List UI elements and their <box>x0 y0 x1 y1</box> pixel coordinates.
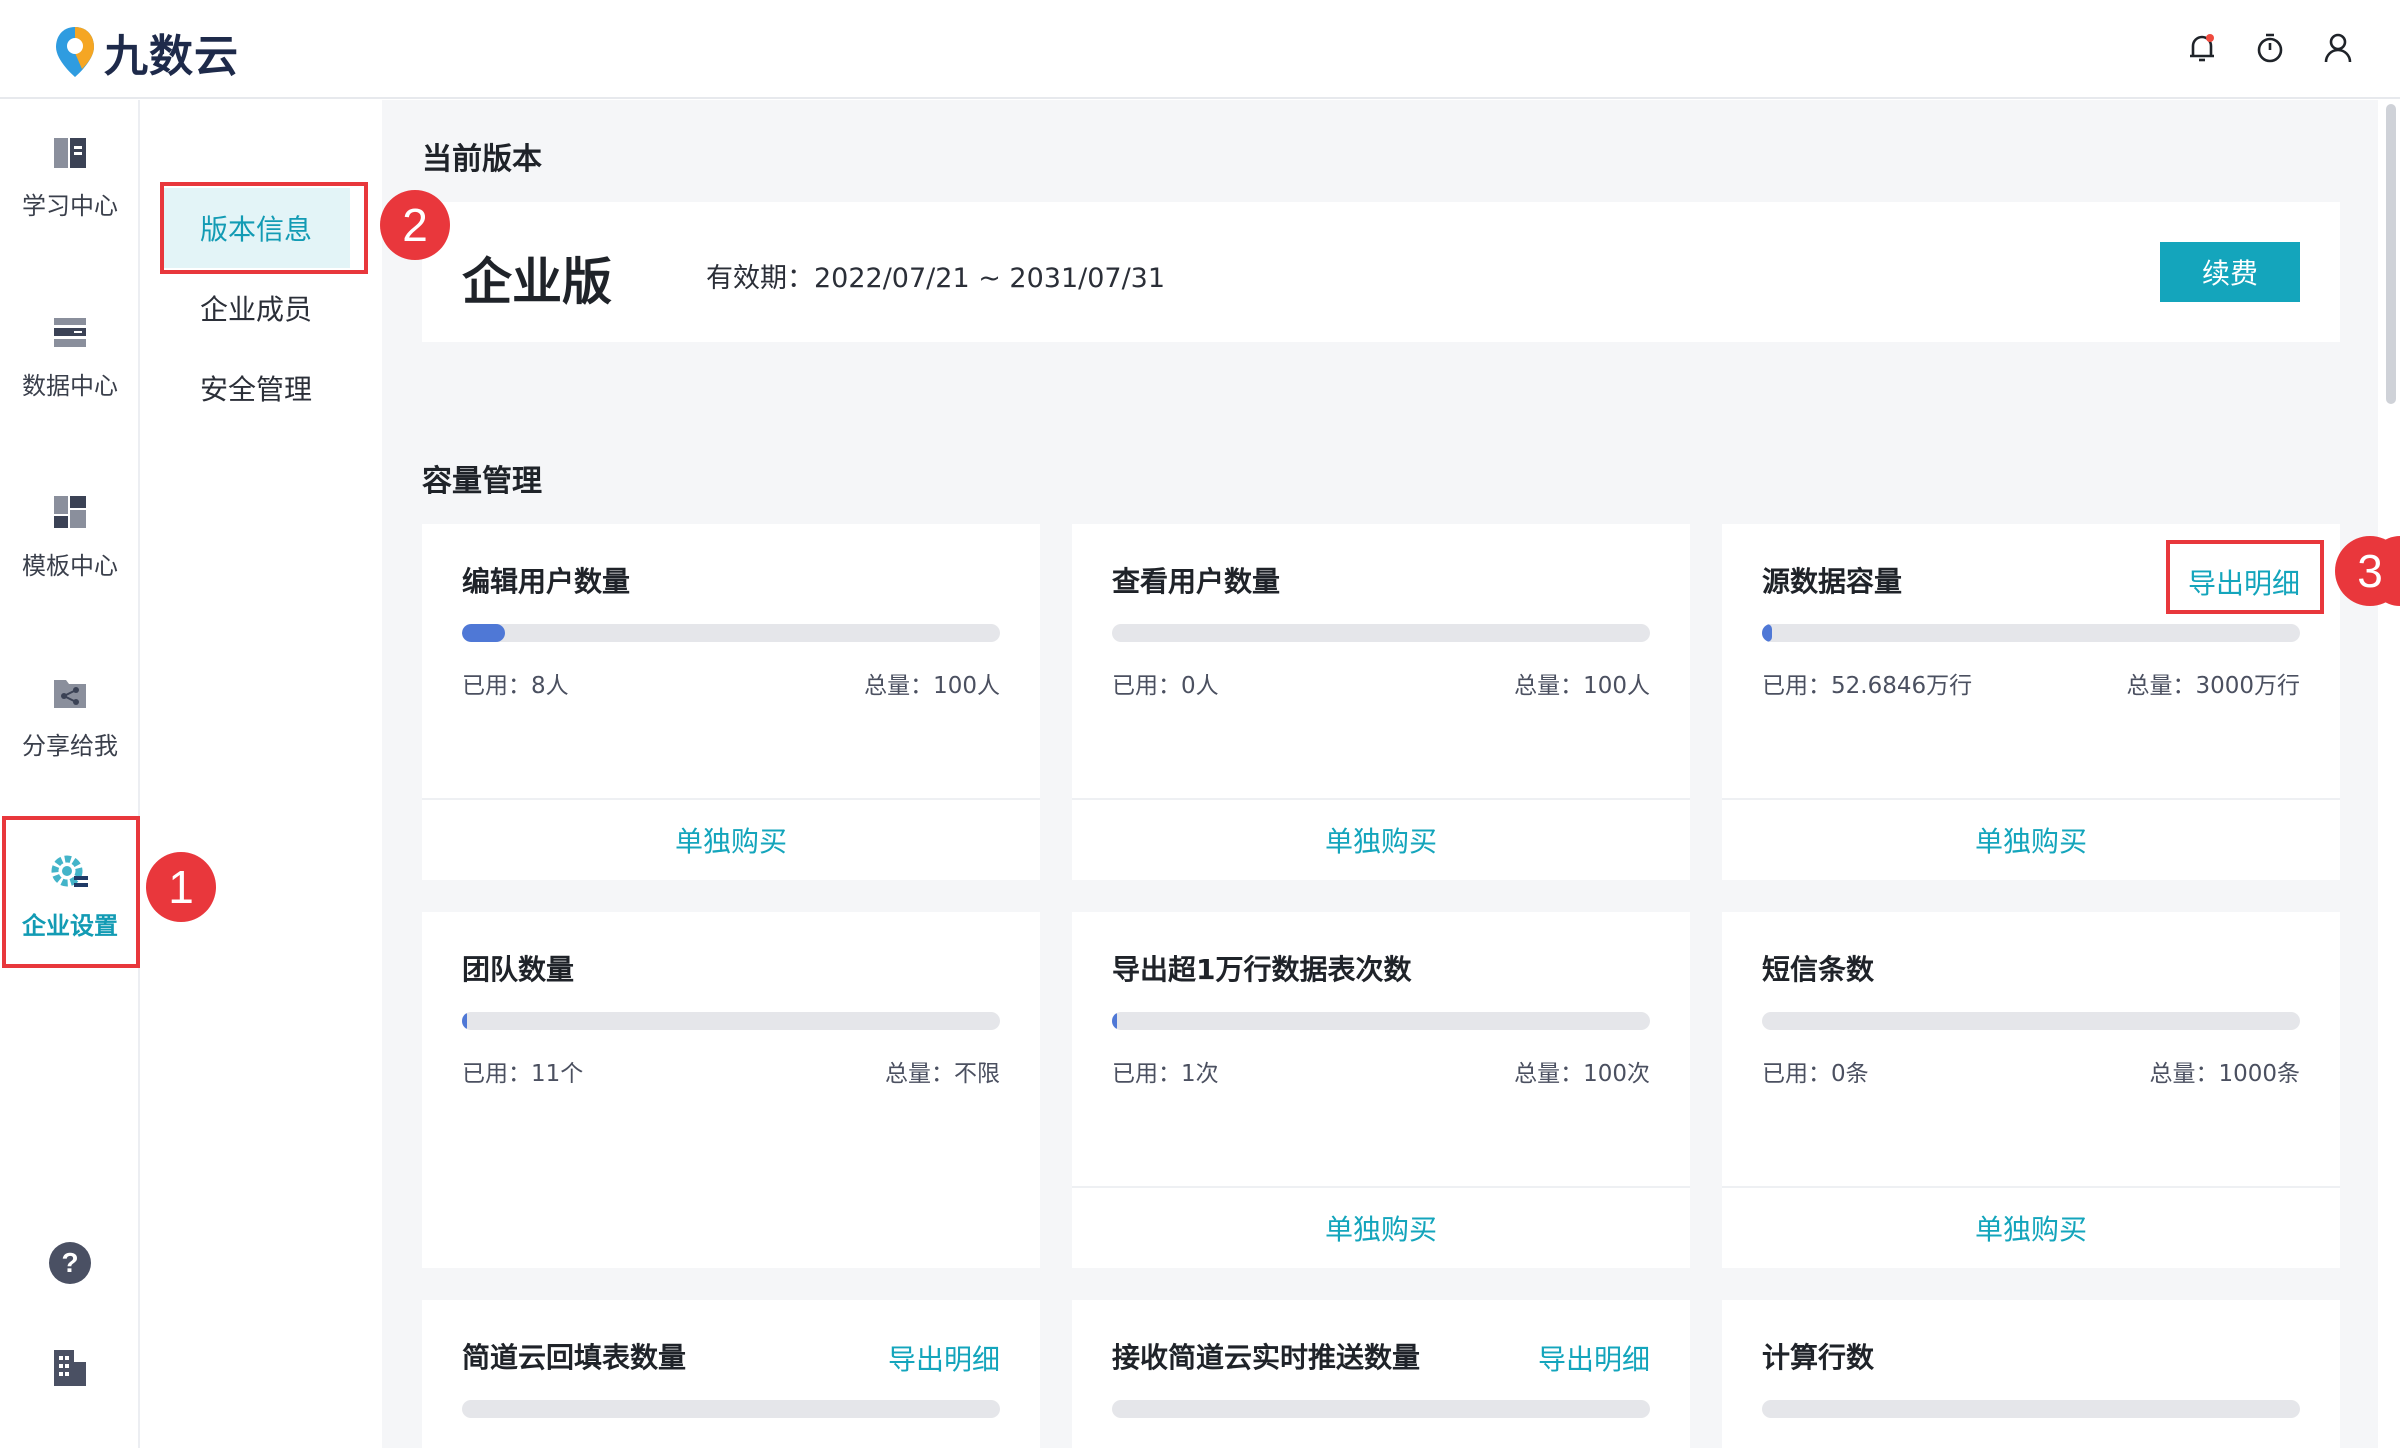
usage-bar <box>1762 1400 2300 1418</box>
timer-icon[interactable] <box>2252 30 2288 66</box>
template-icon <box>54 495 86 528</box>
rail-label: 数据中心 <box>22 371 118 400</box>
rail-label: 学习中心 <box>22 191 118 220</box>
usage-bar <box>462 624 1000 642</box>
rail-item-learning-center[interactable]: 学习中心 <box>0 100 140 250</box>
database-icon <box>54 317 86 347</box>
card-title: 导出超1万行数据表次数 <box>1112 953 1412 986</box>
buy-separately-button[interactable]: 单独购买 <box>1072 1186 1690 1268</box>
usage-bar <box>1112 1400 1650 1418</box>
renew-button[interactable]: 续费 <box>2160 242 2300 302</box>
export-details-link[interactable]: 导出明细 <box>1538 1338 1650 1378</box>
building-icon <box>54 1350 86 1386</box>
card-title: 计算行数 <box>1762 1341 1875 1374</box>
card-title: 编辑用户数量 <box>462 565 631 598</box>
card-title: 查看用户数量 <box>1112 565 1281 598</box>
usage-bar <box>1762 624 2300 642</box>
main-content: 当前版本 企业版 有效期：2022/07/21 ~ 2031/07/31 续费 … <box>382 100 2378 1448</box>
logo-icon <box>56 27 94 77</box>
book-icon <box>54 137 86 168</box>
capacity-title: 容量管理 <box>422 464 542 499</box>
subnav-item-security[interactable]: 安全管理 <box>162 348 350 428</box>
annotation-box-3 <box>2166 540 2324 614</box>
rail-label: 分享给我 <box>22 731 118 760</box>
vertical-scrollbar[interactable] <box>2386 104 2396 404</box>
annotation-box-2 <box>160 182 368 274</box>
card-title: 团队数量 <box>462 953 575 986</box>
buy-separately-button[interactable]: 单独购买 <box>1722 798 2340 880</box>
current-version-title: 当前版本 <box>422 142 542 177</box>
usage-bar <box>1762 1012 2300 1030</box>
svg-text:?: ? <box>61 1247 78 1278</box>
validity-period: 有效期：2022/07/21 ~ 2031/07/31 <box>706 263 1166 294</box>
card-title: 简道云回填表数量 <box>462 1341 687 1374</box>
card-title: 短信条数 <box>1762 953 1875 986</box>
usage-bar-fill <box>462 624 506 642</box>
usage-bar-fill <box>462 1012 468 1030</box>
usage-bar-fill <box>1112 1012 1118 1030</box>
rail-item-template-center[interactable]: 模板中心 <box>0 460 140 610</box>
annotation-box-1 <box>2 816 140 968</box>
user-icon[interactable] <box>2320 30 2356 66</box>
usage-bar <box>462 1012 1000 1030</box>
usage-bar <box>462 1400 1000 1418</box>
capacity-card-compute-rows: 计算行数 <box>1722 1300 2340 1448</box>
used-amount: 已用：8人 <box>462 673 569 699</box>
usage-bar-fill <box>1762 624 1772 642</box>
rail-label: 模板中心 <box>22 551 118 580</box>
used-amount: 已用：0人 <box>1112 673 1219 699</box>
total-amount: 总量：不限 <box>885 1061 1000 1087</box>
subnav-item-enterprise-members[interactable]: 企业成员 <box>162 268 350 348</box>
app-logo[interactable]: 九数云 <box>52 20 239 84</box>
usage-bar <box>1112 1012 1650 1030</box>
total-amount: 总量：100人 <box>1514 673 1650 699</box>
usage-bar <box>1112 624 1650 642</box>
version-card: 企业版 有效期：2022/07/21 ~ 2031/07/31 续费 <box>422 202 2340 342</box>
buy-separately-button[interactable]: 单独购买 <box>422 798 1040 880</box>
bell-icon[interactable] <box>2184 30 2220 66</box>
capacity-card-view-users: 查看用户数量 已用：0人 总量：100人 单独购买 <box>1072 524 1690 880</box>
capacity-card-sms: 短信条数 已用：0条 总量：1000条 单独购买 <box>1722 912 2340 1268</box>
organization-button[interactable] <box>0 1346 140 1388</box>
buy-separately-button[interactable]: 单独购买 <box>1722 1186 2340 1268</box>
help-button[interactable]: ? <box>0 1240 140 1286</box>
total-amount: 总量：100次 <box>1514 1061 1650 1087</box>
settings-subnav: 企业信息 版本信息 企业成员 安全管理 <box>142 100 382 1448</box>
rail-item-data-center[interactable]: 数据中心 <box>0 280 140 430</box>
total-amount: 总量：3000万行 <box>2126 673 2300 699</box>
capacity-card-jdy-push: 接收简道云实时推送数量 导出明细 <box>1072 1300 1690 1448</box>
capacity-card-large-exports: 导出超1万行数据表次数 已用：1次 总量：100次 单独购买 <box>1072 912 1690 1268</box>
used-amount: 已用：0条 <box>1762 1061 1869 1087</box>
capacity-card-teams: 团队数量 已用：11个 总量：不限 <box>422 912 1040 1268</box>
annotation-badge-1: 1 <box>146 852 216 922</box>
capacity-card-edit-users: 编辑用户数量 已用：8人 总量：100人 单独购买 <box>422 524 1040 880</box>
top-header: 九数云 <box>0 0 2400 99</box>
total-amount: 总量：1000条 <box>2149 1061 2300 1087</box>
buy-separately-button[interactable]: 单独购买 <box>1072 798 1690 880</box>
app-name: 九数云 <box>104 31 239 82</box>
total-amount: 总量：100人 <box>864 673 1000 699</box>
capacity-card-jdy-backfill: 简道云回填表数量 导出明细 <box>422 1300 1040 1448</box>
rail-item-shared-with-me[interactable]: 分享给我 <box>0 640 140 790</box>
export-details-link[interactable]: 导出明细 <box>888 1338 1000 1378</box>
edition-name: 企业版 <box>462 253 612 311</box>
used-amount: 已用：1次 <box>1112 1061 1219 1087</box>
help-icon: ? <box>49 1242 91 1284</box>
used-amount: 已用：52.6846万行 <box>1762 673 1973 699</box>
card-title: 接收简道云实时推送数量 <box>1112 1341 1421 1374</box>
share-folder-icon <box>54 679 86 708</box>
annotation-badge-2: 2 <box>380 190 450 260</box>
left-rail: 学习中心 数据中心 模板中心 分享给我 企业设置 ? <box>0 100 140 1448</box>
annotation-badge-3-label: 3 <box>2335 536 2400 606</box>
card-title: 源数据容量 <box>1762 565 1903 598</box>
used-amount: 已用：11个 <box>462 1061 584 1087</box>
